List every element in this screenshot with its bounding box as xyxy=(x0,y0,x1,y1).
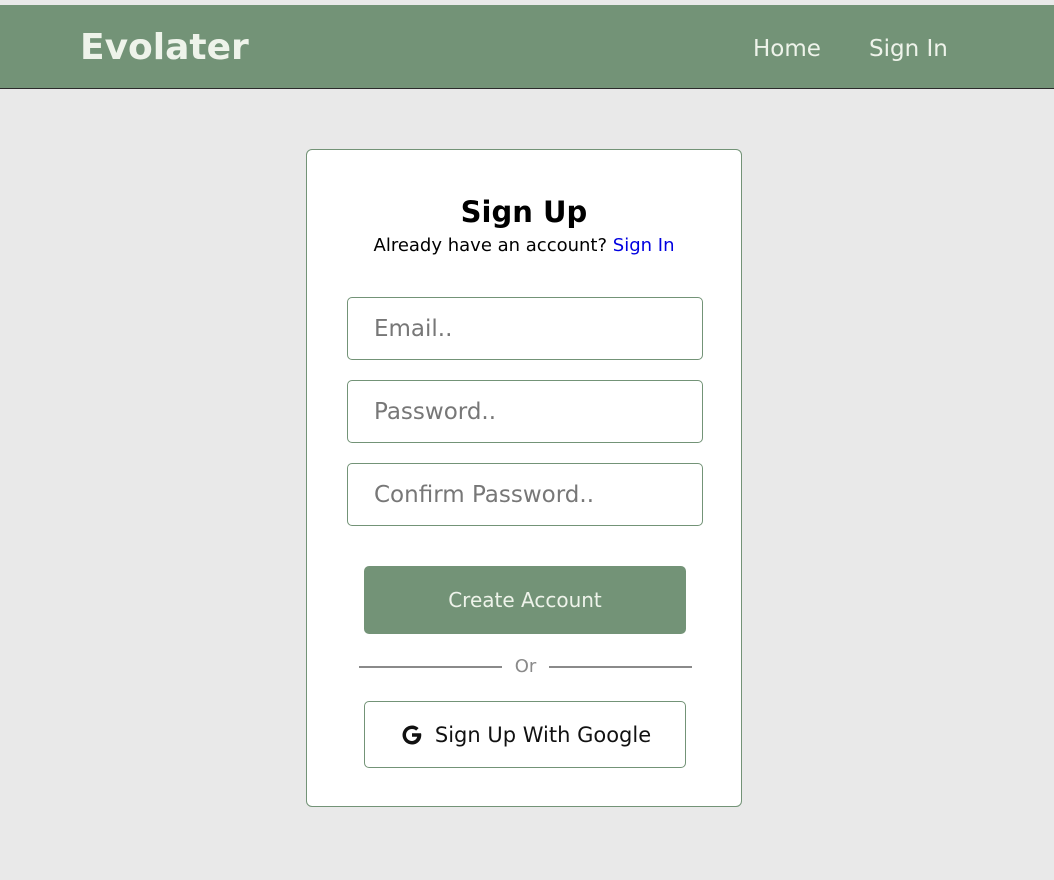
signin-link[interactable]: Sign In xyxy=(613,235,675,256)
password-input[interactable] xyxy=(347,380,703,443)
email-input[interactable] xyxy=(347,297,703,360)
create-account-button[interactable]: Create Account xyxy=(364,566,686,634)
divider-line-left xyxy=(359,666,502,668)
google-g-icon xyxy=(399,722,425,748)
nav-link-sign-in[interactable]: Sign In xyxy=(869,34,948,64)
google-signup-button[interactable]: Sign Up With Google xyxy=(364,701,686,768)
signup-card: Sign Up Already have an account? Sign In… xyxy=(306,149,742,807)
signup-title: Sign Up xyxy=(460,195,588,229)
signup-subtitle-text: Already have an account? xyxy=(373,235,608,256)
brand-logo[interactable]: Evolater xyxy=(80,25,249,71)
divider-line-right xyxy=(549,666,692,668)
google-signup-label: Sign Up With Google xyxy=(434,722,652,747)
confirm-password-input[interactable] xyxy=(347,463,703,526)
divider-or-text: Or xyxy=(514,656,537,677)
nav-link-home[interactable]: Home xyxy=(753,34,821,64)
signup-subtitle: Already have an account? Sign In xyxy=(307,234,741,258)
navbar: Evolater Home Sign In xyxy=(0,5,1054,89)
